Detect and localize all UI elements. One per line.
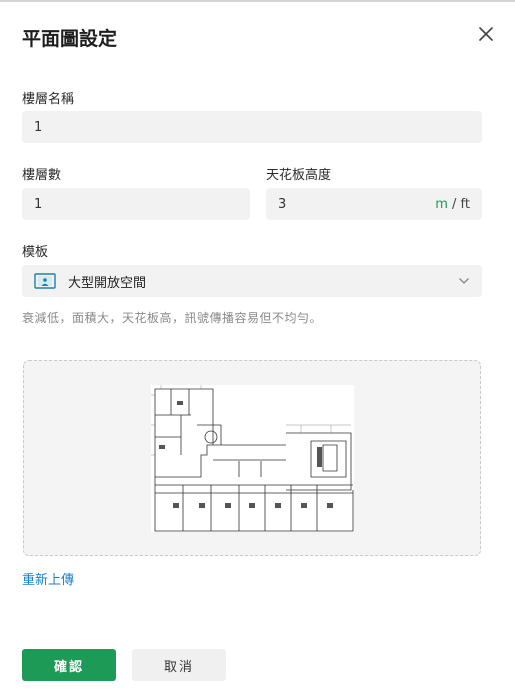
cancel-button[interactable]: 取消 — [132, 649, 226, 681]
floor-number-input[interactable]: 1 — [22, 188, 250, 220]
template-label: 模板 — [22, 245, 49, 260]
template-selected-value: 大型開放空間 — [68, 275, 147, 291]
unit-toggle[interactable]: m / ft — [435, 197, 470, 212]
floor-name-input[interactable]: 1 — [22, 111, 482, 143]
ceiling-height-value: 3 — [278, 196, 287, 212]
dialog-top-border — [0, 0, 515, 2]
ceiling-height-label: 天花板高度 — [266, 168, 332, 183]
unit-feet[interactable]: ft — [461, 197, 470, 212]
floor-name-value: 1 — [34, 119, 43, 135]
open-space-template-icon — [34, 273, 56, 289]
dialog-title: 平面圖設定 — [22, 28, 118, 50]
floor-number-label: 樓層數 — [22, 168, 62, 183]
floor-number-value: 1 — [34, 196, 43, 212]
confirm-button[interactable]: 確認 — [22, 649, 116, 681]
unit-separator: / — [447, 196, 461, 212]
reupload-link[interactable]: 重新上傳 — [22, 569, 74, 588]
template-description: 衰減低，面積大，天花板高，訊號傳播容易但不均勻。 — [22, 311, 323, 325]
template-select[interactable]: 大型開放空間 — [22, 265, 482, 297]
floor-plan-preview — [151, 385, 354, 532]
floor-name-label: 樓層名稱 — [22, 92, 75, 107]
chevron-down-icon — [459, 278, 469, 284]
unit-meter[interactable]: m — [435, 197, 448, 212]
close-icon[interactable] — [474, 22, 498, 46]
ceiling-height-input[interactable]: 3 m / ft — [266, 188, 482, 220]
floor-plan-upload-area[interactable] — [23, 360, 481, 556]
